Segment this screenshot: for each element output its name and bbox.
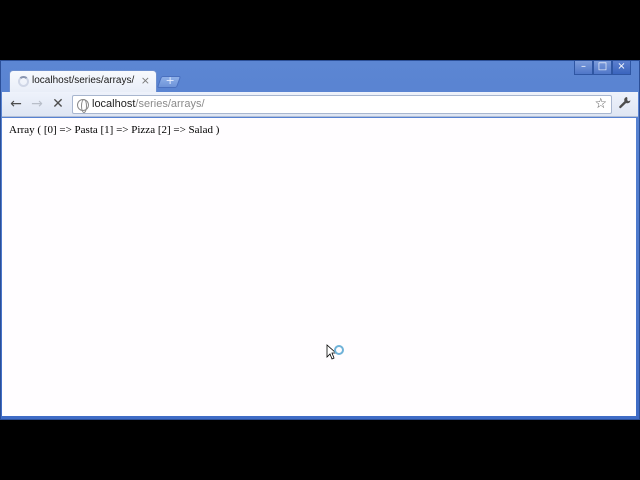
new-tab-button[interactable]: + xyxy=(156,74,182,88)
tab-title: localhost/series/arrays/ xyxy=(32,75,135,86)
window-controls: – □ × xyxy=(574,61,631,75)
minimize-button[interactable]: – xyxy=(574,61,593,75)
page-content: Array ( [0] => Pasta [1] => Pizza [2] =>… xyxy=(2,118,636,416)
maximize-button[interactable]: □ xyxy=(593,61,612,75)
bookmark-star-icon[interactable]: ☆ xyxy=(594,96,607,113)
wrench-menu-icon[interactable] xyxy=(618,96,632,114)
stop-button[interactable]: ✕ xyxy=(50,96,66,112)
tab-active[interactable]: localhost/series/arrays/ × xyxy=(9,70,157,92)
back-button[interactable]: ← xyxy=(8,96,24,112)
wrench-icon xyxy=(619,97,631,109)
forward-button[interactable]: → xyxy=(29,96,45,112)
plus-icon: + xyxy=(165,74,175,87)
url-text[interactable]: localhost/series/arrays/ xyxy=(92,98,205,110)
page-output-text: Array ( [0] => Pasta [1] => Pizza [2] =>… xyxy=(9,124,220,136)
browser-window: localhost/series/arrays/ × + – □ × ← → ✕… xyxy=(0,60,640,420)
url-path: /series/arrays/ xyxy=(135,98,205,110)
tab-close-icon[interactable]: × xyxy=(141,74,150,88)
close-window-button[interactable]: × xyxy=(612,61,631,75)
toolbar: ← → ✕ localhost/series/arrays/ ☆ xyxy=(2,92,638,117)
busy-cursor-icon xyxy=(326,344,344,360)
title-bar: localhost/series/arrays/ × + – □ × xyxy=(1,61,639,92)
address-bar[interactable]: localhost/series/arrays/ ☆ xyxy=(72,95,612,114)
globe-icon xyxy=(77,99,89,113)
loading-spinner-icon xyxy=(18,76,29,87)
url-host: localhost xyxy=(92,98,136,110)
